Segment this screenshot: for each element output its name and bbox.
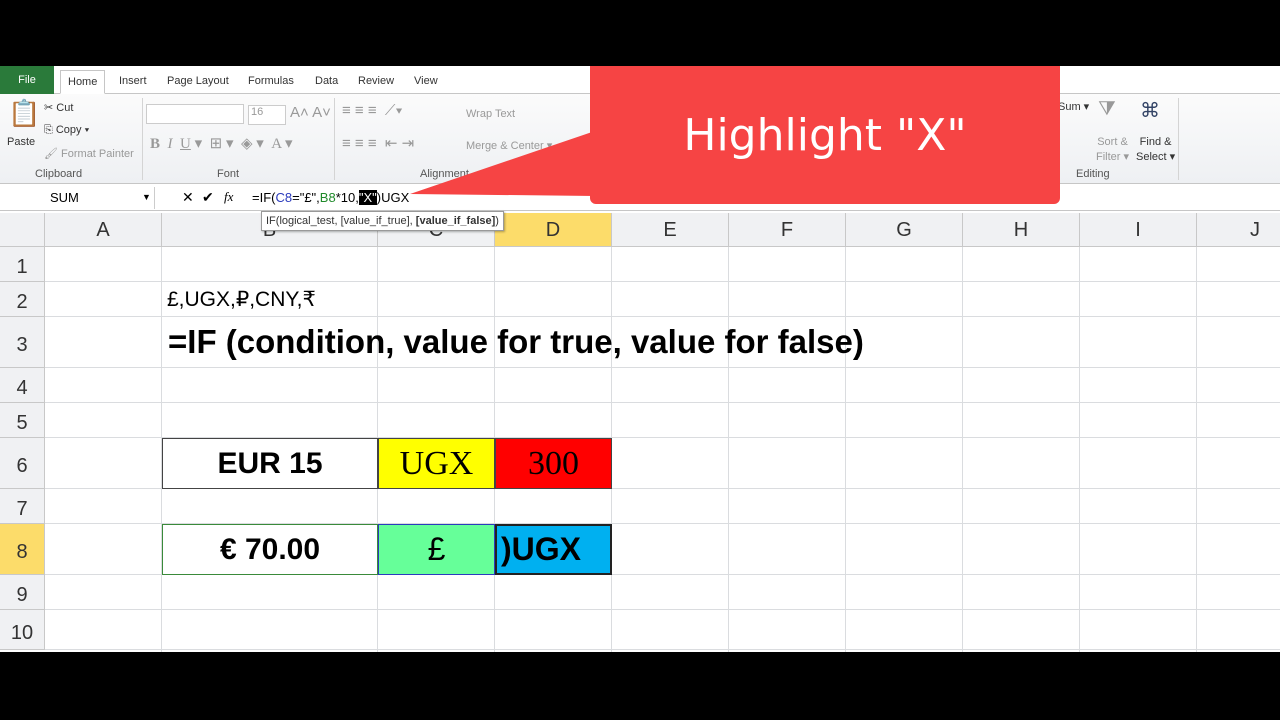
formula-part: =IF( [252, 190, 276, 205]
row-header-6[interactable]: 6 [0, 438, 45, 489]
cell-b6[interactable]: EUR 15 [162, 438, 378, 489]
editing-group-label: Editing [1076, 168, 1110, 180]
font-name-select[interactable] [146, 104, 244, 124]
cell-b2[interactable]: £,UGX,₽,CNY,₹ [167, 287, 316, 312]
column-header-E[interactable]: E [612, 213, 729, 247]
cell-d8-active[interactable]: )UGX [495, 524, 612, 575]
paste-icon: 📋 [8, 98, 41, 128]
sort-label-1: Sort & [1097, 136, 1128, 148]
tab-file[interactable]: File [0, 66, 54, 94]
copy-icon: ⎘ [44, 124, 56, 136]
font-size-select[interactable]: 16 [248, 105, 286, 125]
cut-button[interactable]: ✂ Cut [44, 101, 73, 114]
format-painter-button[interactable]: 🖌 Format Painter [44, 147, 134, 160]
row-header-7[interactable]: 7 [0, 489, 45, 524]
font-group-label: Font [217, 168, 240, 180]
cell-d6[interactable]: 300 [495, 438, 612, 489]
sort-filter-button[interactable]: Sort & Filter ▾ [1096, 135, 1129, 165]
row-header-1[interactable]: 1 [0, 247, 45, 282]
gridline [728, 247, 729, 652]
tab-data[interactable]: Data [308, 70, 345, 94]
font-format-buttons[interactable]: B I U ▾ ⊞ ▾ ◈ ▾ A ▾ [150, 134, 293, 153]
tab-home[interactable]: Home [60, 70, 106, 94]
gridline [1196, 247, 1197, 652]
gridline [1079, 247, 1080, 652]
column-header-D[interactable]: D [495, 213, 612, 247]
gridline [45, 402, 1280, 403]
excel-window: File Home Insert Page Layout Formulas Da… [0, 66, 1280, 652]
find-select-button[interactable]: Find & Select ▾ [1136, 135, 1175, 165]
column-header-I[interactable]: I [1080, 213, 1197, 247]
binoculars-icon: ⌘ [1140, 100, 1160, 122]
brush-icon: 🖌 [44, 148, 62, 160]
row-header-5[interactable]: 5 [0, 403, 45, 438]
tab-page-layout[interactable]: Page Layout [160, 70, 236, 94]
copy-button[interactable]: ⎘ Copy ▾ [44, 124, 89, 137]
callout-pointer [410, 131, 595, 196]
tooltip-args: IF(logical_test, [value_if_true], [266, 215, 416, 227]
cell-b3[interactable]: =IF (condition, value for true, value fo… [168, 323, 864, 361]
tooltip-close: ) [495, 215, 499, 227]
cell-c6[interactable]: UGX [378, 438, 495, 489]
select-all-button[interactable] [0, 213, 45, 247]
formula-input[interactable]: =IF(C8="£",B8*10,"X")UGX [252, 190, 409, 205]
name-box[interactable]: SUM [0, 187, 155, 209]
gridline [45, 367, 1280, 368]
tooltip-current-arg: [value_if_false] [415, 215, 496, 227]
tab-review[interactable]: Review [351, 70, 401, 94]
wrap-text-button[interactable]: Wrap Text [466, 108, 515, 120]
gridline [45, 609, 1280, 610]
formula-part: ="£", [292, 190, 320, 205]
formula-selected-text: "X" [358, 190, 377, 205]
gridline [845, 247, 846, 652]
gridline [45, 649, 1280, 650]
enter-check-icon[interactable]: ✔ [202, 189, 214, 206]
tab-insert[interactable]: Insert [112, 70, 154, 94]
tab-formulas[interactable]: Formulas [241, 70, 301, 94]
autosum-button[interactable]: Sum ▾ [1058, 100, 1089, 113]
cell-c8[interactable]: £ [378, 524, 495, 575]
name-box-dropdown-icon[interactable]: ▼ [142, 192, 151, 202]
column-header-F[interactable]: F [729, 213, 846, 247]
cell-b8[interactable]: € 70.00 [162, 524, 378, 575]
find-label-1: Find & [1139, 136, 1172, 148]
copy-label: Copy ▾ [55, 124, 90, 136]
paste-button[interactable]: Paste [7, 136, 35, 148]
insert-function-icon[interactable]: fx [224, 189, 233, 205]
column-header-A[interactable]: A [45, 213, 162, 247]
scissors-icon: ✂ [44, 102, 57, 114]
row-header-8[interactable]: 8 [0, 524, 45, 575]
tab-view[interactable]: View [407, 70, 445, 94]
row-header-9[interactable]: 9 [0, 575, 45, 610]
grow-font-icon[interactable]: A˄ A˅ [290, 104, 331, 121]
function-tooltip: IF(logical_test, [value_if_true], [value… [261, 211, 504, 231]
column-header-J[interactable]: J [1197, 213, 1280, 247]
clipboard-group-label: Clipboard [35, 168, 83, 180]
formula-part: *10, [335, 190, 359, 205]
sort-label-2: Filter ▾ [1096, 151, 1130, 163]
row-header-2[interactable]: 2 [0, 282, 45, 317]
gridline [45, 316, 1280, 317]
vertical-align-icons[interactable]: ≡ ≡ ≡ ⟋▾ [342, 102, 403, 119]
gridline [962, 247, 963, 652]
row-header-4[interactable]: 4 [0, 368, 45, 403]
cancel-icon[interactable]: ✕ [182, 189, 194, 206]
formula-ref-b8: B8 [319, 190, 336, 205]
column-header-H[interactable]: H [963, 213, 1080, 247]
sort-filter-icon: ⧩ [1098, 98, 1116, 120]
find-label-2: Select ▾ [1136, 151, 1176, 163]
row-header-10[interactable]: 10 [0, 610, 45, 650]
gridline [45, 281, 1280, 282]
callout-annotation: Highlight "X" [590, 66, 1060, 204]
format-painter-label: Format Painter [61, 148, 134, 160]
cut-label: Cut [56, 102, 74, 114]
formula-ref-c8: C8 [275, 190, 293, 205]
row-header-3[interactable]: 3 [0, 317, 45, 368]
column-header-G[interactable]: G [846, 213, 963, 247]
